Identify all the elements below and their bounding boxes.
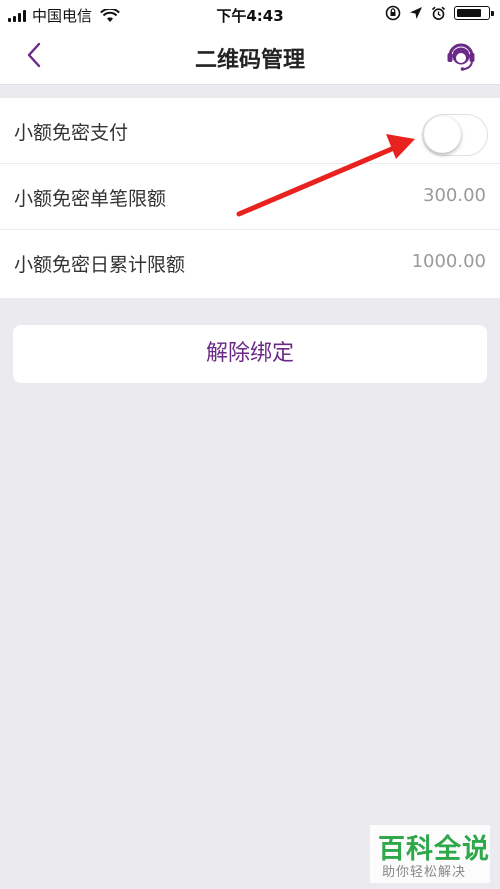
setting-label: 小额免密日累计限额 (14, 254, 186, 276)
customer-service-icon[interactable] (444, 39, 478, 73)
settings-card: 小额免密支付 小额免密单笔限额 300.00 小额免密日累计限额 1000.00 (0, 98, 500, 298)
rotation-lock-icon (385, 5, 401, 21)
status-bar: 中国电信 下午4:43 (0, 0, 500, 28)
toggle-knob (424, 116, 461, 153)
setting-value: 300.00 (423, 185, 486, 206)
status-right (385, 5, 494, 21)
location-icon (410, 7, 422, 19)
setting-value: 1000.00 (411, 251, 486, 272)
small-payment-toggle[interactable] (422, 114, 488, 156)
setting-row-single-limit[interactable]: 小额免密单笔限额 300.00 (0, 164, 500, 230)
page-title: 二维码管理 (194, 48, 305, 73)
nav-bar: 二维码管理 (0, 28, 500, 85)
setting-label: 小额免密支付 (14, 122, 129, 144)
unbind-button[interactable]: 解除绑定 (13, 325, 487, 383)
setting-label: 小额免密单笔限额 (14, 188, 167, 210)
setting-row-daily-limit[interactable]: 小额免密日累计限额 1000.00 (0, 230, 500, 296)
watermark-subtitle: 助你轻松解决 (382, 865, 467, 880)
setting-row-small-payment: 小额免密支付 (0, 98, 500, 164)
battery-icon (454, 6, 494, 20)
alarm-icon (431, 6, 446, 20)
watermark-logo: 百科全说 助你轻松解决 (370, 825, 490, 883)
